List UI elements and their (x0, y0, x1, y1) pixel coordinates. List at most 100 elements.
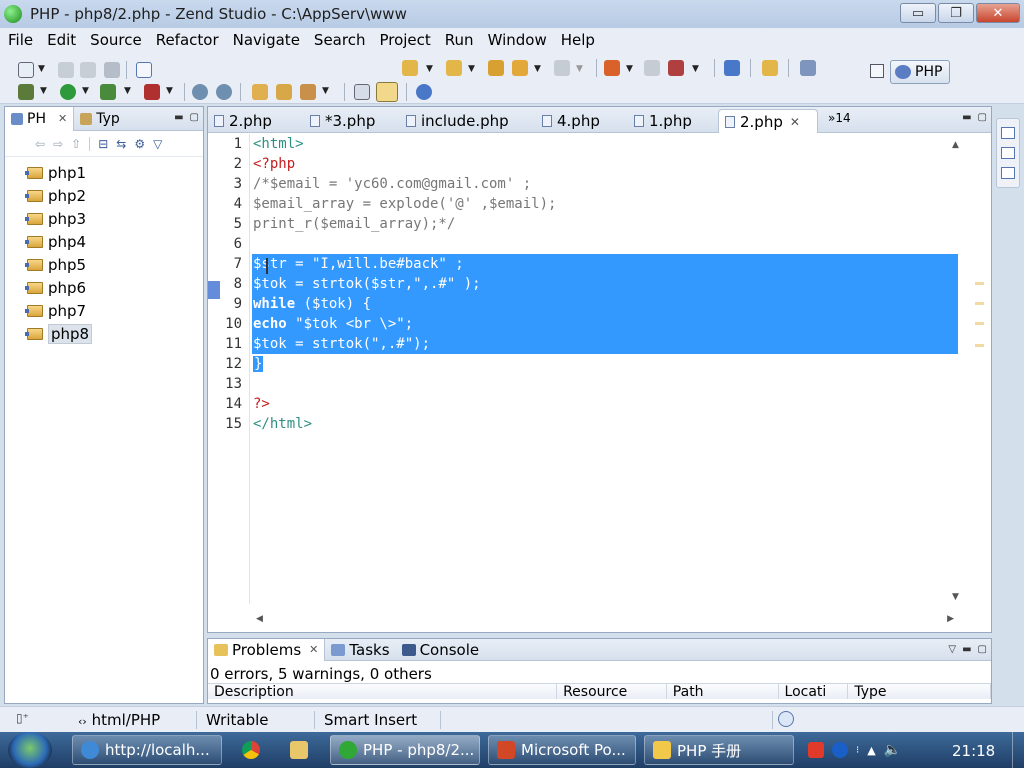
column-location[interactable]: Locati (779, 684, 849, 699)
taskbar-browser-button[interactable]: http://localh... (72, 735, 222, 765)
fast-view-icon[interactable]: ▯⁺ (16, 711, 29, 725)
tab-2-php-active[interactable]: 2.php ✕ (718, 109, 818, 133)
collapse-all-icon[interactable]: ⊟ (98, 137, 108, 151)
warning-marker[interactable] (975, 282, 984, 285)
run-icon[interactable] (60, 84, 76, 100)
remote-systems-icon[interactable] (800, 60, 816, 76)
new-file-icon[interactable] (18, 62, 34, 78)
external-tools-icon[interactable] (144, 84, 160, 100)
back-icon[interactable] (512, 60, 528, 76)
tab-tasks[interactable]: Tasks (325, 639, 395, 661)
menu-source[interactable]: Source (84, 31, 150, 49)
warning-marker[interactable] (975, 344, 984, 347)
tree-item-php5[interactable]: php5 (5, 253, 203, 276)
menu-search[interactable]: Search (308, 31, 374, 49)
minimize-button[interactable]: ▭ (900, 3, 936, 23)
help-tray-icon[interactable] (832, 742, 848, 758)
minimize-editor-icon[interactable]: ▬ (962, 112, 971, 123)
code-line[interactable]: </html> (252, 414, 958, 434)
start-button[interactable] (8, 732, 52, 768)
maximize-editor-icon[interactable]: ▢ (978, 112, 987, 123)
explorer-folder-icon[interactable] (290, 741, 308, 759)
code-line-selected[interactable]: while ($tok) { (252, 294, 958, 314)
search-tool-icon[interactable] (300, 84, 316, 100)
web-services-icon[interactable] (216, 84, 232, 100)
progress-icon[interactable] (778, 711, 794, 727)
profile-icon[interactable] (100, 84, 116, 100)
horizontal-scrollbar[interactable]: ◀ ▶ (252, 612, 958, 628)
outline-view-icon[interactable] (1001, 147, 1015, 159)
mark-occurrences-icon[interactable] (376, 82, 398, 102)
tree-item-php7[interactable]: php7 (5, 299, 203, 322)
debug-icon[interactable] (18, 84, 34, 100)
close-icon[interactable]: ✕ (58, 112, 67, 125)
vertical-scrollbar[interactable]: ▲ ▼ (949, 134, 965, 604)
menu-navigate[interactable]: Navigate (227, 31, 308, 49)
tab-2-php[interactable]: 2.php (208, 109, 300, 133)
clock[interactable]: 21:18 (952, 742, 995, 760)
menu-file[interactable]: File (2, 31, 41, 49)
tab-problems[interactable]: Problems ✕ (208, 639, 326, 661)
menu-project[interactable]: Project (373, 31, 438, 49)
taskbar-php-manual-button[interactable]: PHP 手册 (644, 735, 794, 765)
save-all-icon[interactable] (80, 62, 96, 78)
forward-arrow-icon[interactable]: ⇨ (53, 137, 63, 151)
tab-php-explorer[interactable]: PH ✕ (5, 106, 75, 131)
tree-item-php4[interactable]: php4 (5, 230, 203, 253)
close-icon[interactable]: ✕ (790, 115, 800, 129)
menu-window[interactable]: Window (482, 31, 555, 49)
open-project-icon[interactable] (276, 84, 292, 100)
tree-item-php1[interactable]: php1 (5, 161, 203, 184)
tree-item-php2[interactable]: php2 (5, 184, 203, 207)
chevron-down-icon[interactable]: ▼ (40, 86, 47, 96)
previous-annotation-icon[interactable] (446, 60, 462, 76)
tree-item-php8[interactable]: php8 (5, 322, 203, 345)
open-perspective-icon[interactable] (870, 64, 884, 78)
column-resource[interactable]: Resource (557, 684, 667, 699)
chevron-down-icon[interactable]: ▼ (534, 64, 541, 74)
code-line-selected[interactable]: echo "$tok <br \>"; (252, 314, 958, 334)
run-external-icon[interactable] (604, 60, 620, 76)
input-method-icon[interactable] (808, 742, 824, 758)
view-menu-icon[interactable]: ▽ (948, 644, 956, 655)
close-icon[interactable]: ✕ (309, 643, 318, 656)
scroll-left-icon[interactable]: ◀ (256, 614, 263, 624)
scroll-up-icon[interactable]: ▲ (952, 140, 959, 150)
stop-icon[interactable] (644, 60, 660, 76)
code-text-area[interactable]: <html> <?php /*$email = 'yc60.com@gmail.… (252, 134, 958, 604)
taskbar-zend-button[interactable]: PHP - php8/2... (330, 735, 480, 765)
menu-refactor[interactable]: Refactor (150, 31, 227, 49)
chrome-icon[interactable] (242, 741, 260, 759)
column-type[interactable]: Type (848, 684, 991, 699)
back-arrow-icon[interactable]: ⇦ (35, 137, 45, 151)
code-line[interactable]: <html> (252, 134, 958, 154)
warning-marker[interactable] (975, 302, 984, 305)
open-folder-icon[interactable] (252, 84, 268, 100)
code-line[interactable]: $email_array = explode('@' ,$email); (252, 194, 958, 214)
chevron-down-icon[interactable]: ▼ (166, 86, 173, 96)
outline-icon[interactable] (354, 84, 370, 100)
globe-icon[interactable] (416, 84, 432, 100)
menu-run[interactable]: Run (439, 31, 482, 49)
view-options-icon[interactable]: ⚙ (134, 137, 145, 151)
code-line[interactable] (252, 374, 958, 394)
code-line[interactable]: ?> (252, 394, 958, 414)
code-line[interactable]: print_r($email_array);*/ (252, 214, 958, 234)
column-path[interactable]: Path (667, 684, 779, 699)
deploy-icon[interactable] (668, 60, 684, 76)
tab-3-php[interactable]: *3.php (304, 109, 396, 133)
warning-marker[interactable] (975, 322, 984, 325)
tree-item-php3[interactable]: php3 (5, 207, 203, 230)
chevron-down-icon[interactable]: ▼ (38, 64, 45, 74)
new-php-project-icon[interactable] (136, 62, 152, 78)
chevron-down-icon[interactable]: ▼ (692, 64, 699, 74)
tab-type-hierarchy[interactable]: Typ (74, 107, 126, 131)
chevron-down-icon[interactable]: ▼ (626, 64, 633, 74)
volume-icon[interactable]: 🔈 (884, 742, 901, 758)
next-annotation-icon[interactable] (402, 60, 418, 76)
code-line[interactable]: <?php (252, 154, 958, 174)
show-desktop-button[interactable] (1012, 732, 1024, 768)
php-functions-view-icon[interactable] (1001, 167, 1015, 179)
chevron-down-icon[interactable]: ▼ (124, 86, 131, 96)
scroll-down-icon[interactable]: ▼ (952, 592, 959, 602)
